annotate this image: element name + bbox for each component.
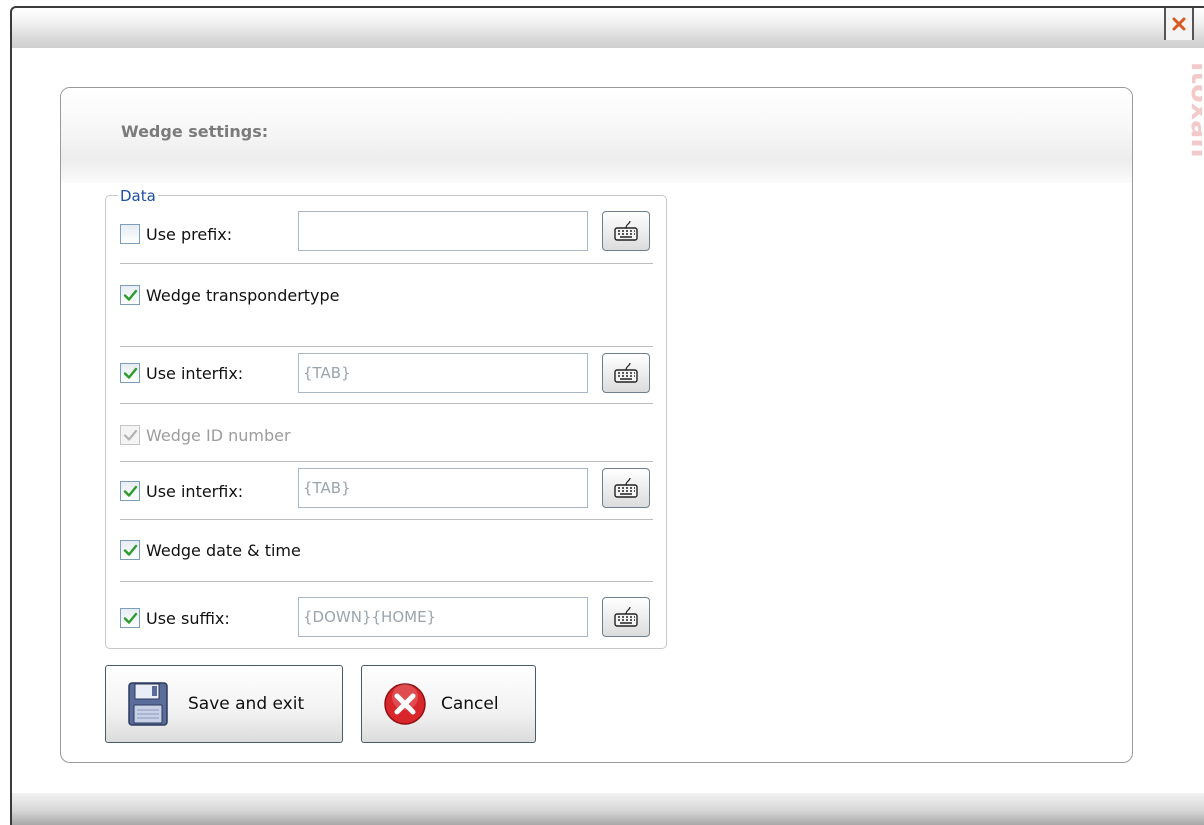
save-and-exit-label: Save and exit xyxy=(188,694,305,714)
prefix-keyboard-button[interactable] xyxy=(602,211,650,251)
divider xyxy=(120,461,653,462)
close-button[interactable] xyxy=(1164,8,1194,40)
data-groupbox: Data Use prefix: Wedge transpondertype U… xyxy=(105,187,667,649)
titlebar xyxy=(12,8,1204,48)
interfix2-label: Use interfix: xyxy=(146,481,244,501)
interfix2-keyboard-button[interactable] xyxy=(602,468,650,508)
save-and-exit-button[interactable]: Save and exit xyxy=(105,665,343,743)
divider xyxy=(120,581,653,582)
wedge-settings-window: itoxan Wedge settings: Data Use prefix: xyxy=(0,0,1204,825)
idnumber-checkbox xyxy=(120,425,140,445)
divider xyxy=(120,346,653,347)
interfix1-row: Use interfix: xyxy=(120,357,243,389)
floppy-disk-icon xyxy=(128,682,168,726)
interfix1-keyboard-button[interactable] xyxy=(602,353,650,393)
cancel-label: Cancel xyxy=(441,694,499,714)
close-icon xyxy=(1172,17,1186,31)
interfix1-input[interactable]: {TAB} xyxy=(298,353,588,393)
datetime-row: Wedge date & time xyxy=(120,534,301,566)
interfix1-checkbox[interactable] xyxy=(120,363,140,383)
divider xyxy=(120,263,653,264)
cancel-button[interactable]: Cancel xyxy=(361,665,536,743)
brand-text: itoxan xyxy=(1185,62,1202,158)
panel-header: Wedge settings: xyxy=(61,88,1132,183)
suffix-label: Use suffix: xyxy=(146,608,230,628)
keyboard-icon xyxy=(614,606,638,627)
prefix-row: Use prefix: xyxy=(120,218,232,250)
transponder-checkbox[interactable] xyxy=(120,285,140,305)
divider xyxy=(120,403,653,404)
brand-logo: itoxan xyxy=(1185,62,1202,158)
prefix-label: Use prefix: xyxy=(146,224,233,244)
transponder-label: Wedge transpondertype xyxy=(146,285,340,305)
datetime-label: Wedge date & time xyxy=(146,540,301,560)
prefix-input[interactable] xyxy=(298,211,588,251)
idnumber-label: Wedge ID number xyxy=(146,425,291,445)
suffix-checkbox[interactable] xyxy=(120,608,140,628)
interfix2-row: Use interfix: xyxy=(120,475,243,507)
interfix2-checkbox[interactable] xyxy=(120,481,140,501)
suffix-input[interactable]: {DOWN}{HOME} xyxy=(298,597,588,637)
transponder-row: Wedge transpondertype xyxy=(120,279,340,311)
group-legend: Data xyxy=(118,187,158,205)
suffix-keyboard-button[interactable] xyxy=(602,597,650,637)
suffix-row: Use suffix: xyxy=(120,602,230,634)
cancel-icon xyxy=(384,683,426,725)
settings-panel: Wedge settings: Data Use prefix: Wedge t… xyxy=(60,87,1133,763)
interfix2-input[interactable]: {TAB} xyxy=(298,468,588,508)
keyboard-icon xyxy=(614,477,638,498)
keyboard-icon xyxy=(614,362,638,383)
interfix1-label: Use interfix: xyxy=(146,363,244,383)
datetime-checkbox[interactable] xyxy=(120,540,140,560)
keyboard-icon xyxy=(614,220,638,241)
panel-title: Wedge settings: xyxy=(121,122,269,141)
bottom-bar xyxy=(12,793,1204,825)
idnumber-row: Wedge ID number xyxy=(120,419,291,451)
divider xyxy=(120,519,653,520)
prefix-checkbox[interactable] xyxy=(120,224,140,244)
